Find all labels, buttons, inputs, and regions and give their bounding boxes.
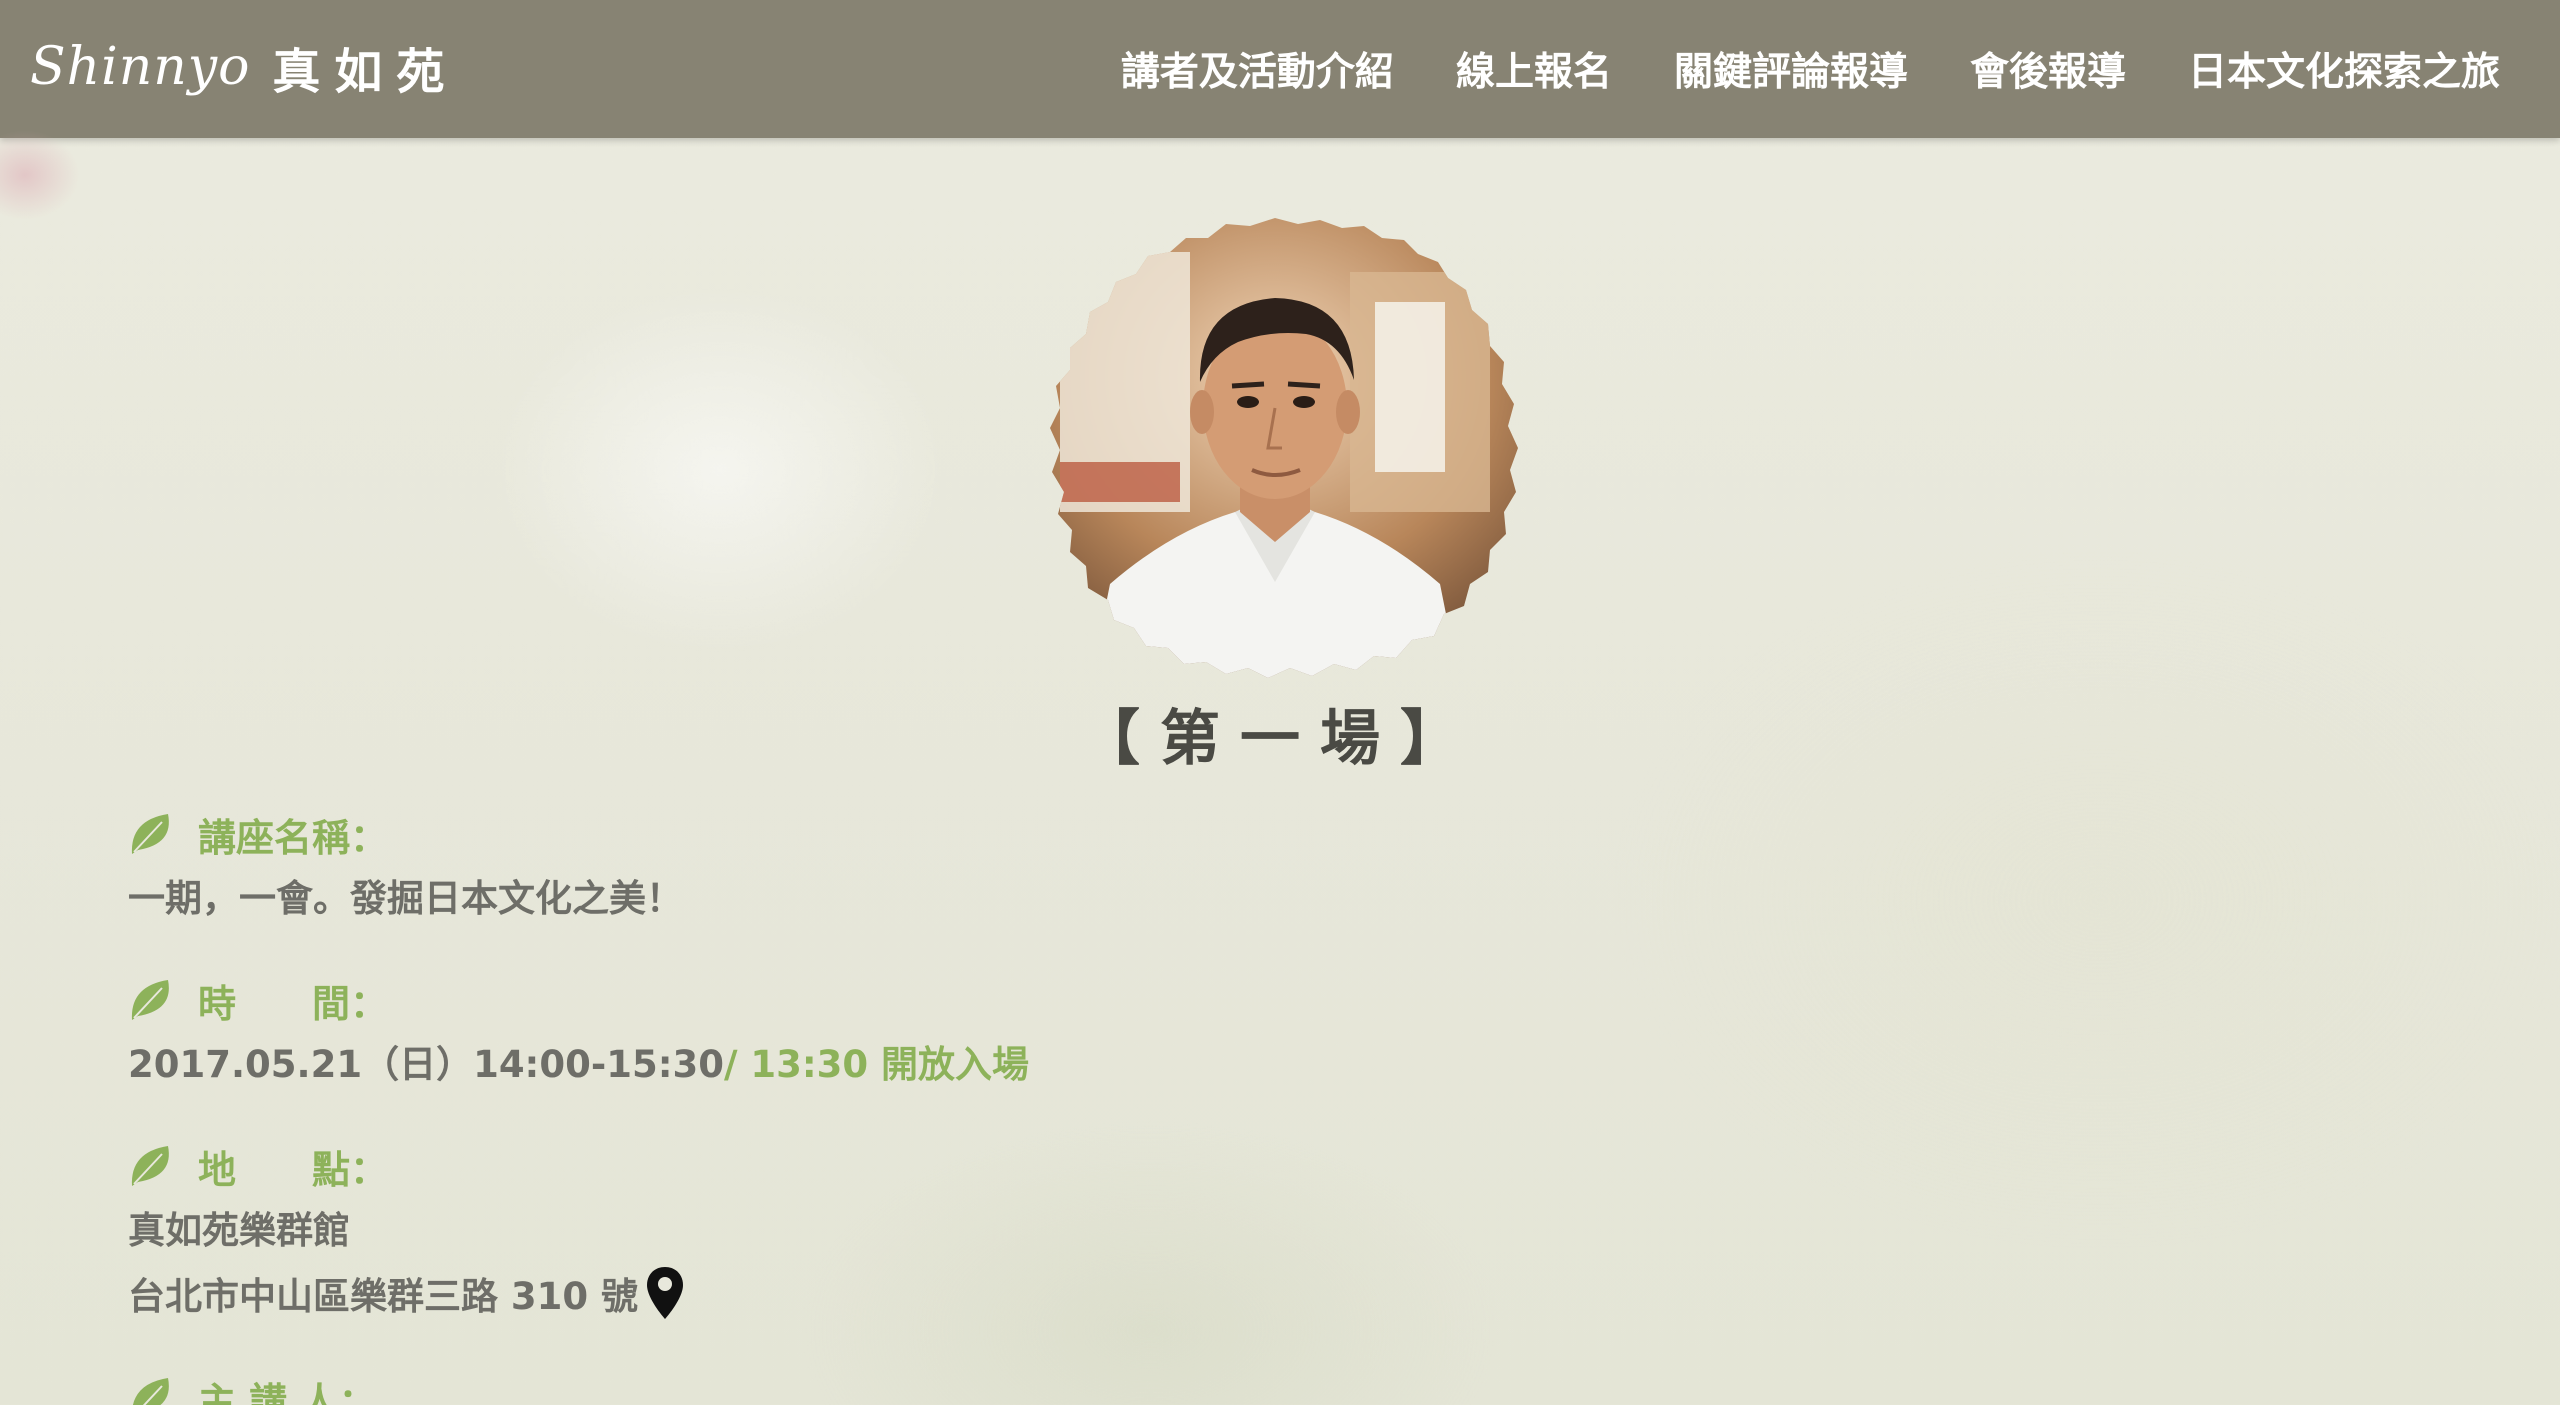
nav-speaker-intro[interactable]: 講者及活動介紹	[1121, 41, 1394, 97]
site-logo[interactable]: Shinnyo 真如苑	[30, 22, 458, 112]
lecture-name-label: 講座名稱：	[198, 815, 389, 860]
event-info: 講座名稱： 一期，一會。發掘日本文化之美！ 時 間： 2017.05.21（日）…	[128, 805, 1328, 1405]
location-address-row: 台北市中山區樂群三路 310 號	[128, 1265, 1328, 1327]
nav-culture-tour[interactable]: 日本文化探索之旅	[2188, 41, 2500, 97]
logo-script-text: Shinnyo	[30, 37, 251, 97]
nav-online-registration[interactable]: 線上報名	[1456, 41, 1612, 97]
speaker-label-row: 主 講 人：	[128, 1369, 1328, 1405]
lecture-name-label-row: 講座名稱：	[128, 805, 1328, 863]
location-address: 台北市中山區樂群三路 310 號	[128, 1275, 638, 1318]
open-time: / 13:30 開放入場	[723, 1043, 1030, 1086]
speaker-label: 主 講 人：	[198, 1379, 377, 1405]
top-navbar: Shinnyo 真如苑 講者及活動介紹 線上報名 關鍵評論報導 會後報導 日本文…	[0, 0, 2560, 138]
location-label-row: 地 點：	[128, 1137, 1328, 1195]
lecture-name-block: 講座名稱： 一期，一會。發掘日本文化之美！	[128, 805, 1328, 929]
leaf-icon	[132, 1378, 169, 1405]
map-pin-icon[interactable]	[644, 1265, 686, 1321]
time-label-row: 時 間：	[128, 971, 1328, 1029]
lecture-name-value: 一期，一會。發掘日本文化之美！	[128, 877, 683, 920]
decorative-flower	[0, 130, 80, 220]
location-venue: 真如苑樂群館	[128, 1209, 350, 1252]
nav-key-review[interactable]: 關鍵評論報導	[1674, 41, 1908, 97]
nav-post-event-report[interactable]: 會後報導	[1970, 41, 2126, 97]
location-block: 地 點： 真如苑樂群館 台北市中山區樂群三路 310 號	[128, 1137, 1328, 1327]
leaf-icon	[131, 980, 169, 1020]
leaf-icon	[131, 1146, 169, 1186]
time-label: 時 間：	[198, 981, 389, 1026]
speaker-block: 主 講 人：	[128, 1369, 1328, 1405]
location-label: 地 點：	[198, 1147, 389, 1192]
speaker-portrait	[1020, 212, 1530, 684]
session-title: 【第一場】	[1080, 704, 1480, 774]
logo-cjk-text: 真如苑	[272, 44, 459, 100]
time-value: 2017.05.21（日）14:00-15:30	[128, 1043, 724, 1086]
time-value-row: 2017.05.21（日）14:00-15:30/ 13:30 開放入場	[128, 1035, 1328, 1095]
time-block: 時 間： 2017.05.21（日）14:00-15:30/ 13:30 開放入…	[128, 971, 1328, 1095]
main-nav: 講者及活動介紹 線上報名 關鍵評論報導 會後報導 日本文化探索之旅	[1059, 0, 2500, 138]
leaf-icon	[131, 814, 169, 854]
